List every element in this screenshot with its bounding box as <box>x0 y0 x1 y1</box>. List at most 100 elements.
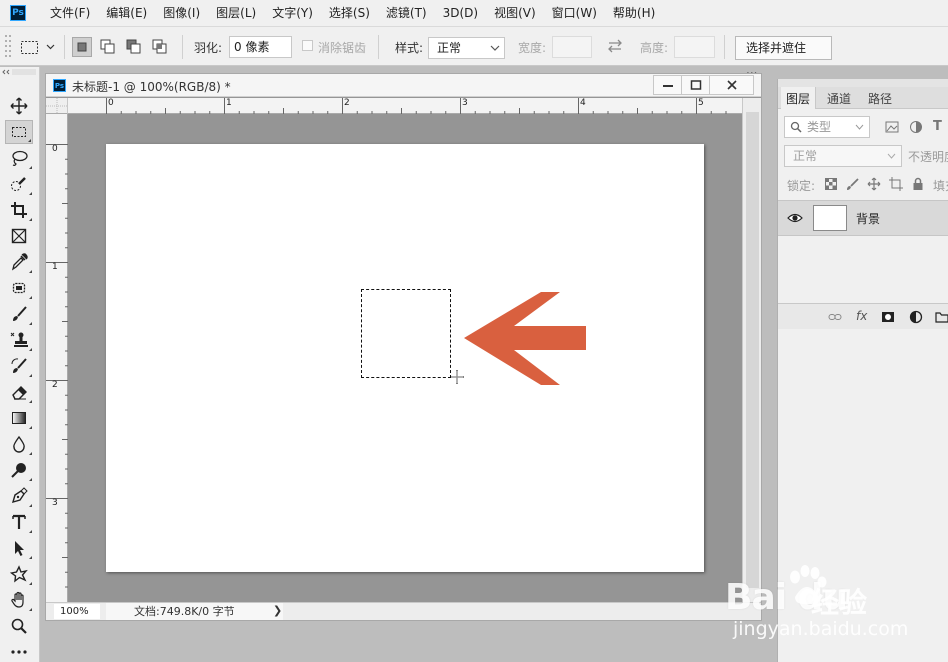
annotation-arrow-shape <box>464 292 586 385</box>
select-and-mask-button[interactable]: 选择并遮住 ... <box>735 36 832 77</box>
document-canvas[interactable] <box>106 144 704 572</box>
stamp-tool[interactable] <box>5 328 33 352</box>
brush-tool[interactable] <box>5 302 33 326</box>
maximize-button[interactable] <box>681 75 710 95</box>
feather-input[interactable]: 0 像素 <box>229 36 292 58</box>
maximize-icon <box>690 80 701 90</box>
layer-filter-label: 类型 <box>807 120 832 134</box>
fill-label: 填充 <box>933 179 948 193</box>
healing-tool[interactable] <box>5 276 33 300</box>
baidu-jingyan-watermark: Bai du 经验 jingyan.baidu.com <box>725 565 940 655</box>
quick-select-icon <box>11 177 26 191</box>
height-input[interactable] <box>674 36 715 58</box>
document-titlebar[interactable]: Ps 未标题-1 @ 100%(RGB/8) * <box>46 74 761 97</box>
style-select[interactable]: 正常 <box>428 37 505 59</box>
eraser-tool[interactable] <box>5 380 33 404</box>
panel-header[interactable] <box>778 79 948 87</box>
collapse-toolbar-icon[interactable] <box>2 69 36 75</box>
rect-marquee-tool[interactable] <box>5 120 33 144</box>
stamp-icon <box>10 332 28 347</box>
ruler-label: 2 <box>344 98 350 108</box>
close-button[interactable] <box>709 75 754 95</box>
zoom-level-field[interactable]: 100% <box>54 604 100 619</box>
tool-flyout-indicator <box>29 192 32 195</box>
menu-view[interactable]: 视图(V) <box>486 0 544 26</box>
menu-file[interactable]: 文件(F) <box>42 0 98 26</box>
minimize-button[interactable] <box>653 75 682 95</box>
lock-all-icon[interactable] <box>911 177 925 191</box>
blur-tool[interactable] <box>5 432 33 456</box>
layer-row-background[interactable]: 背景 <box>778 200 948 236</box>
lasso-tool[interactable] <box>5 146 33 170</box>
type-tool[interactable] <box>5 510 33 534</box>
adjustment-layer-icon[interactable] <box>909 310 923 324</box>
horizontal-ruler[interactable]: 0 1 2 3 4 5 <box>68 98 742 114</box>
subtract-selection-button[interactable] <box>124 37 144 57</box>
menu-filter[interactable]: 滤镜(T) <box>378 0 435 26</box>
layer-filter-select[interactable]: 类型 <box>784 116 870 138</box>
antialias-checkbox[interactable] <box>302 40 313 51</box>
menu-image[interactable]: 图像(I) <box>155 0 208 26</box>
dodge-tool[interactable] <box>5 458 33 482</box>
tools-panel <box>0 67 40 662</box>
hand-tool[interactable] <box>5 588 33 612</box>
swap-icon[interactable] <box>606 38 624 54</box>
document-info: 文档:749.8K/0 字节 <box>106 603 283 620</box>
add-to-selection-button[interactable] <box>98 37 118 57</box>
tool-flyout-indicator <box>29 322 32 325</box>
menu-type[interactable]: 文字(Y) <box>264 0 321 26</box>
tool-preset-picker[interactable] <box>20 39 60 55</box>
gradient-tool[interactable] <box>5 406 33 430</box>
menu-edit[interactable]: 编辑(E) <box>98 0 155 26</box>
eye-icon[interactable] <box>787 212 803 224</box>
filter-type-icon[interactable]: T <box>933 119 942 134</box>
menu-select[interactable]: 选择(S) <box>321 0 378 26</box>
marquee-selection[interactable] <box>361 289 451 378</box>
link-layers-icon[interactable] <box>828 310 842 324</box>
menu-layer[interactable]: 图层(L) <box>208 0 264 26</box>
blend-mode-select[interactable]: 正常 <box>784 145 902 167</box>
intersect-selection-button[interactable] <box>150 37 170 57</box>
add-mask-icon[interactable] <box>881 310 895 324</box>
vertical-scrollbar[interactable] <box>742 98 761 602</box>
tab-layers[interactable]: 图层 <box>781 87 817 109</box>
layer-style-fx-icon[interactable]: fx <box>856 309 867 323</box>
photoshop-logo-icon: Ps <box>10 5 26 21</box>
lock-pixels-icon[interactable] <box>846 177 860 191</box>
tab-paths[interactable]: 路径 <box>868 90 892 107</box>
filter-pixel-icon[interactable] <box>885 120 899 134</box>
menu-bar: Ps 文件(F) 编辑(E) 图像(I) 图层(L) 文字(Y) 选择(S) 滤… <box>0 0 948 26</box>
frame-tool[interactable] <box>5 224 33 248</box>
lock-position-icon[interactable] <box>867 177 881 191</box>
tool-flyout-indicator <box>28 139 31 142</box>
lock-transparent-icon[interactable] <box>824 177 838 191</box>
more-tools[interactable] <box>5 640 33 662</box>
opacity-label: 不透明度 <box>908 150 948 164</box>
path-select-tool[interactable] <box>5 536 33 560</box>
zoom-tool[interactable] <box>5 614 33 638</box>
shape-tool[interactable] <box>5 562 33 586</box>
tab-channels[interactable]: 通道 <box>827 90 851 107</box>
new-selection-button[interactable] <box>72 37 92 57</box>
pen-tool[interactable] <box>5 484 33 508</box>
tool-flyout-indicator <box>29 582 32 585</box>
new-group-folder-icon[interactable] <box>935 310 948 324</box>
lock-artboard-icon[interactable] <box>889 177 903 191</box>
menu-3d[interactable]: 3D(D) <box>435 0 486 26</box>
width-input[interactable] <box>552 36 592 58</box>
status-menu-arrow[interactable]: ❯ <box>273 604 282 617</box>
scrollbar-thumb[interactable] <box>746 112 759 588</box>
eyedropper-tool[interactable] <box>5 250 33 274</box>
subtract-selection-icon <box>126 39 141 54</box>
crop-tool[interactable] <box>5 198 33 222</box>
menu-help[interactable]: 帮助(H) <box>605 0 663 26</box>
history-brush-tool[interactable] <box>5 354 33 378</box>
filter-adjustment-icon[interactable] <box>909 120 923 134</box>
ruler-origin[interactable] <box>46 98 68 114</box>
layer-name[interactable]: 背景 <box>856 210 880 227</box>
move-tool[interactable] <box>5 94 33 118</box>
menu-window[interactable]: 窗口(W) <box>544 0 605 26</box>
quick-select-tool[interactable] <box>5 172 33 196</box>
vertical-ruler[interactable]: 0 1 2 3 <box>46 114 68 602</box>
style-select-value: 正常 <box>437 41 462 55</box>
